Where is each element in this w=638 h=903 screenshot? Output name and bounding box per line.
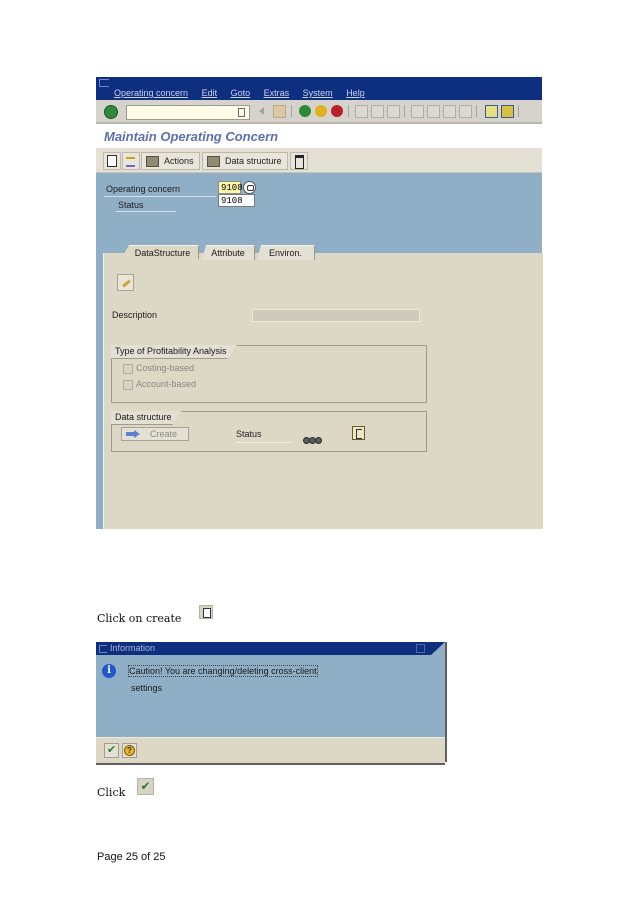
command-field[interactable] <box>126 105 250 120</box>
dialog-message-line1: Caution! You are changing/deleting cross… <box>128 665 318 677</box>
back-nav-icon[interactable] <box>259 107 264 115</box>
dialog-footer: ✔ ? <box>96 737 445 765</box>
sap-main-window: Operating concern Edit Goto Extras Syste… <box>96 77 543 529</box>
create-icon-inline <box>199 605 213 619</box>
check-icon-inline: ✔ <box>137 778 154 795</box>
menu-system[interactable]: System <box>303 88 333 98</box>
page-title: Maintain Operating Concern <box>104 129 279 144</box>
instruction-click: Click <box>97 786 126 799</box>
find-icon[interactable] <box>371 105 384 118</box>
toolbar-separator <box>476 105 477 117</box>
operating-concern-label: Operating concern <box>106 184 181 194</box>
account-based-label: Account-based <box>136 379 197 389</box>
costing-based-label: Costing-based <box>136 363 195 373</box>
toolbar-separator <box>404 105 405 117</box>
dialog-title-bar: Information <box>96 642 445 655</box>
operating-concern-suggestion[interactable]: 9108 <box>218 194 255 207</box>
tab-attribute[interactable]: Attribute <box>202 245 255 260</box>
datastructure-tab-panel: DataStructure Attribute Environ. Descrip… <box>103 245 543 529</box>
page-number: Page 25 of 25 <box>97 851 166 863</box>
new-session-icon[interactable] <box>485 105 498 118</box>
hierarchy-icon <box>126 157 135 167</box>
dialog-message-line2: settings <box>131 683 163 693</box>
next-page-icon[interactable] <box>443 105 456 118</box>
data-structure-button[interactable]: Data structure <box>202 152 288 170</box>
system-menu-icon[interactable] <box>99 79 109 87</box>
data-structure-status-label: Status <box>236 429 262 439</box>
dialog-title: Information <box>110 643 156 653</box>
description-field[interactable] <box>252 309 420 322</box>
first-page-icon[interactable] <box>411 105 424 118</box>
help-icon: ? <box>124 745 135 756</box>
description-label: Description <box>112 310 158 320</box>
menu-help[interactable]: Help <box>346 88 365 98</box>
menu-operating-concern[interactable]: Operating concern <box>114 88 188 98</box>
information-dialog: Information i Caution! You are changing/… <box>96 642 447 765</box>
tab-datastructure[interactable]: DataStructure <box>121 245 199 259</box>
enter-icon[interactable] <box>104 105 118 119</box>
arrow-right-icon <box>126 430 140 438</box>
menu-goto[interactable]: Goto <box>231 88 251 98</box>
find-next-icon[interactable] <box>387 105 400 118</box>
shortcut-icon[interactable] <box>501 105 514 118</box>
edit-pencil-button[interactable] <box>117 274 134 291</box>
menu-extras[interactable]: Extras <box>264 88 290 98</box>
title-bar: Maintain Operating Concern <box>96 124 542 148</box>
label-underline <box>104 196 216 197</box>
new-document-icon <box>107 155 117 167</box>
scroll-icon <box>146 156 159 167</box>
data-structure-group: Data structure Create Status <box>111 411 427 452</box>
value-help-button[interactable] <box>243 181 256 194</box>
status-lights-icon <box>303 431 322 449</box>
instruction-click-create: Click on create <box>97 612 182 625</box>
menu-bar: Operating concern Edit Goto Extras Syste… <box>96 77 542 100</box>
print-icon[interactable] <box>355 105 368 118</box>
delete-button[interactable] <box>290 152 308 170</box>
standard-toolbar <box>96 100 542 124</box>
menu-edit[interactable]: Edit <box>202 88 218 98</box>
info-icon: i <box>102 664 116 678</box>
hierarchy-button[interactable] <box>122 152 140 170</box>
menu-items: Operating concern Edit Goto Extras Syste… <box>114 88 376 98</box>
tabstrip: DataStructure Attribute Environ. Descrip… <box>96 240 543 529</box>
toolbar-separator <box>518 105 519 117</box>
tab-environ[interactable]: Environ. <box>257 245 315 260</box>
close-icon[interactable] <box>416 644 425 653</box>
group-title: Type of Profitability Analysis <box>111 345 237 359</box>
command-field-dropdown-icon[interactable] <box>238 108 245 117</box>
application-toolbar: Actions Data structure <box>96 148 542 173</box>
status-label: Status <box>118 200 144 210</box>
cancel-icon[interactable] <box>331 105 343 117</box>
actions-button[interactable]: Actions <box>141 152 200 170</box>
create-data-structure-button[interactable]: Create <box>121 427 189 441</box>
toolbar-separator <box>291 105 292 117</box>
label-underline <box>116 211 176 212</box>
check-icon: ✔ <box>106 744 117 756</box>
save-icon[interactable] <box>273 105 286 118</box>
operating-concern-input[interactable]: 9108 <box>218 181 243 194</box>
previous-page-icon[interactable] <box>427 105 440 118</box>
continue-button[interactable]: ✔ <box>104 743 119 758</box>
costing-based-checkbox[interactable] <box>123 364 133 374</box>
system-menu-icon[interactable] <box>99 645 107 653</box>
toolbar-separator <box>348 105 349 117</box>
trash-icon <box>295 155 304 169</box>
help-button[interactable]: ? <box>122 743 137 758</box>
back-icon[interactable] <box>299 105 311 117</box>
structure-detail-button[interactable] <box>352 426 365 440</box>
create-button[interactable] <box>103 152 121 170</box>
account-based-checkbox[interactable] <box>123 380 133 390</box>
profitability-type-group: Type of Profitability Analysis Costing-b… <box>111 345 427 403</box>
new-document-icon <box>203 608 211 618</box>
selection-area: Operating concern 9108 Status 9108 <box>96 173 542 240</box>
exit-icon[interactable] <box>315 105 327 117</box>
label-underline <box>236 442 291 443</box>
scroll-icon <box>207 156 220 167</box>
check-icon: ✔ <box>140 779 151 793</box>
group-title: Data structure <box>111 411 182 425</box>
last-page-icon[interactable] <box>459 105 472 118</box>
